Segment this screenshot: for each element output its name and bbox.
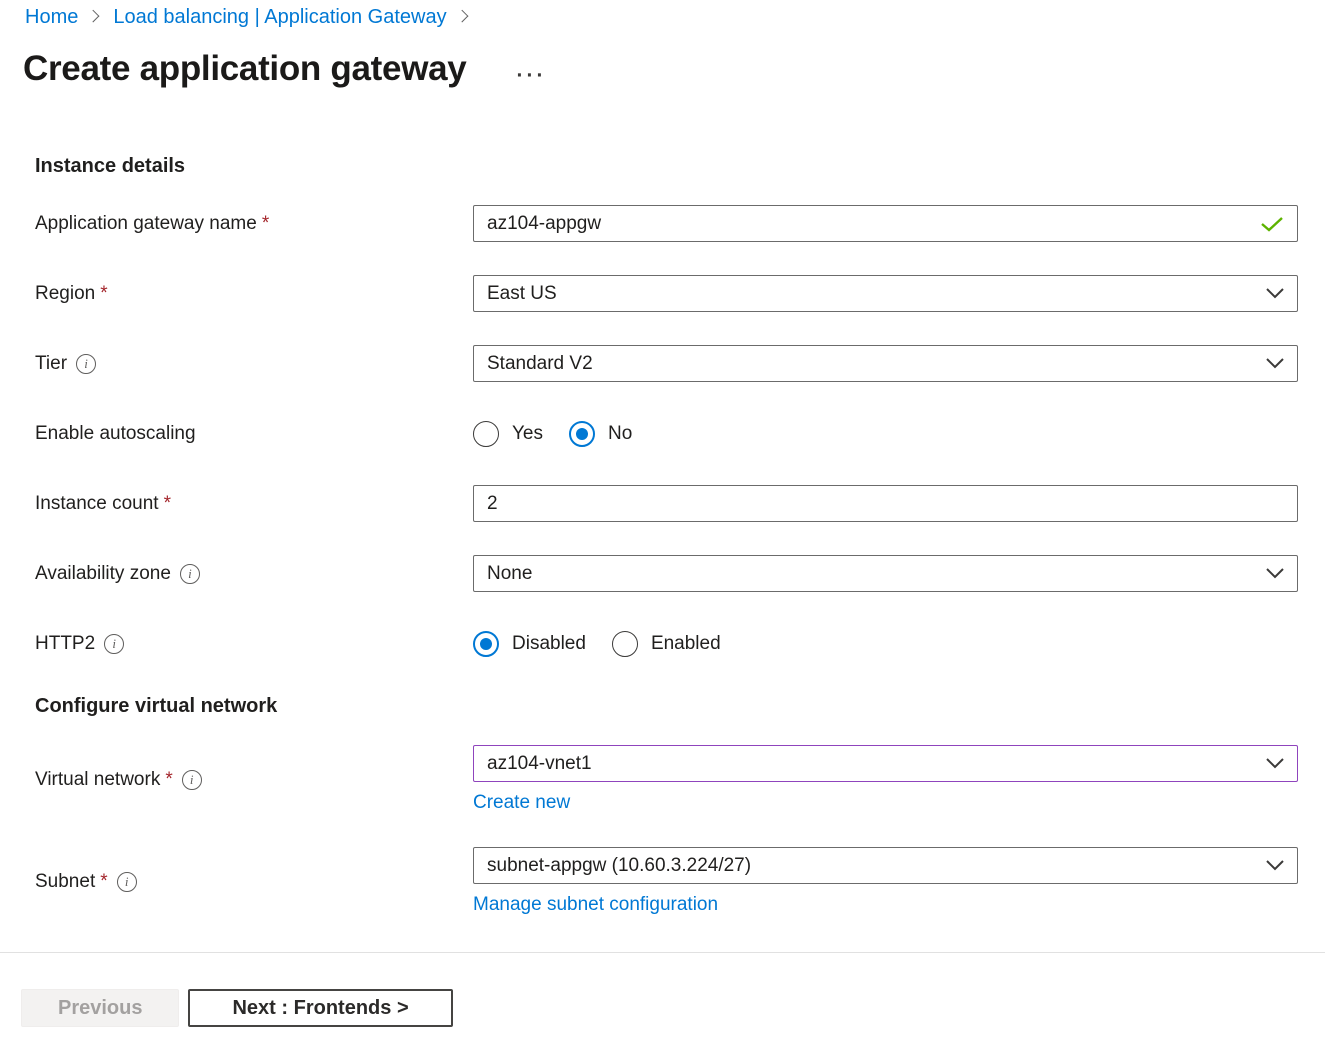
autoscaling-no-radio[interactable] <box>569 421 595 447</box>
footer-divider <box>0 952 1325 953</box>
http2-label: HTTP2 <box>35 625 473 662</box>
subnet-dropdown[interactable]: subnet-appgw (10.60.3.224/27) <box>473 847 1298 884</box>
http2-enabled-radio[interactable] <box>612 631 638 657</box>
required-asterisk: * <box>262 213 269 235</box>
create-new-link[interactable]: Create new <box>473 792 570 814</box>
page-title: Create application gateway <box>23 49 466 89</box>
subnet-value: subnet-appgw (10.60.3.224/27) <box>487 855 751 877</box>
virtual-network-value: az104-vnet1 <box>487 753 592 775</box>
virtual-network-dropdown[interactable]: az104-vnet1 <box>473 745 1298 782</box>
manage-subnet-configuration-link[interactable]: Manage subnet configuration <box>473 894 718 916</box>
required-asterisk: * <box>164 493 171 515</box>
previous-button[interactable]: Previous <box>21 989 179 1027</box>
field-row-virtual-network: Virtual network * az104-vnet1 Create new <box>35 745 1298 814</box>
autoscaling-yes-label: Yes <box>512 423 543 445</box>
valid-check-icon <box>1260 216 1284 232</box>
required-asterisk: * <box>100 871 107 893</box>
info-icon[interactable] <box>182 770 202 790</box>
chevron-down-icon <box>1266 358 1284 369</box>
http2-enabled-label: Enabled <box>651 633 721 655</box>
availability-zone-value: None <box>487 563 532 585</box>
section-heading-configure-virtual-network: Configure virtual network <box>35 695 1298 718</box>
autoscaling-yes-radio[interactable] <box>473 421 499 447</box>
field-row-tier: Tier Standard V2 <box>35 345 1298 382</box>
info-icon[interactable] <box>104 634 124 654</box>
info-icon[interactable] <box>180 564 200 584</box>
autoscaling-no-label: No <box>608 423 632 445</box>
info-icon[interactable] <box>76 354 96 374</box>
field-row-availability-zone: Availability zone None <box>35 555 1298 592</box>
field-row-app-gateway-name: Application gateway name * az104-appgw <box>35 205 1298 242</box>
section-heading-instance-details: Instance details <box>35 155 1298 178</box>
region-label: Region * <box>35 275 473 312</box>
breadcrumb: Home Load balancing | Application Gatewa… <box>0 0 1325 29</box>
availability-zone-label: Availability zone <box>35 555 473 592</box>
next-frontends-button[interactable]: Next : Frontends > <box>188 989 452 1027</box>
breadcrumb-item-home[interactable]: Home <box>25 6 78 29</box>
instance-count-input[interactable]: 2 <box>473 485 1298 522</box>
tier-label: Tier <box>35 345 473 382</box>
tier-dropdown[interactable]: Standard V2 <box>473 345 1298 382</box>
chevron-down-icon <box>1266 758 1284 769</box>
required-asterisk: * <box>165 769 172 791</box>
chevron-down-icon <box>1266 288 1284 299</box>
region-value: East US <box>487 283 557 305</box>
app-gateway-name-label: Application gateway name * <box>35 205 473 242</box>
enable-autoscaling-radio-group: Yes No <box>473 415 1298 452</box>
availability-zone-dropdown[interactable]: None <box>473 555 1298 592</box>
field-row-instance-count: Instance count * 2 <box>35 485 1298 522</box>
subnet-label: Subnet * <box>35 847 473 916</box>
page-header: Create application gateway ··· <box>23 49 1325 89</box>
instance-count-value: 2 <box>487 493 498 515</box>
http2-disabled-label: Disabled <box>512 633 586 655</box>
region-dropdown[interactable]: East US <box>473 275 1298 312</box>
field-row-region: Region * East US <box>35 275 1298 312</box>
field-row-enable-autoscaling: Enable autoscaling Yes No <box>35 415 1298 452</box>
field-row-subnet: Subnet * subnet-appgw (10.60.3.224/27) M… <box>35 847 1298 916</box>
instance-count-label: Instance count * <box>35 485 473 522</box>
chevron-right-icon <box>455 10 468 23</box>
chevron-down-icon <box>1266 860 1284 871</box>
info-icon[interactable] <box>117 872 137 892</box>
breadcrumb-item-load-balancing[interactable]: Load balancing | Application Gateway <box>113 6 446 29</box>
app-gateway-name-value: az104-appgw <box>487 213 601 235</box>
field-row-http2: HTTP2 Disabled Enabled <box>35 625 1298 662</box>
chevron-down-icon <box>1266 568 1284 579</box>
enable-autoscaling-label: Enable autoscaling <box>35 415 473 452</box>
http2-disabled-radio[interactable] <box>473 631 499 657</box>
tier-value: Standard V2 <box>487 353 593 375</box>
required-asterisk: * <box>100 283 107 305</box>
http2-radio-group: Disabled Enabled <box>473 625 1298 662</box>
more-options-icon[interactable]: ··· <box>516 71 546 81</box>
virtual-network-label: Virtual network * <box>35 745 473 814</box>
create-appgw-form: Instance details Application gateway nam… <box>35 155 1298 916</box>
chevron-right-icon <box>87 10 100 23</box>
wizard-footer: Previous Next : Frontends > <box>21 989 1325 1027</box>
app-gateway-name-input[interactable]: az104-appgw <box>473 205 1298 242</box>
